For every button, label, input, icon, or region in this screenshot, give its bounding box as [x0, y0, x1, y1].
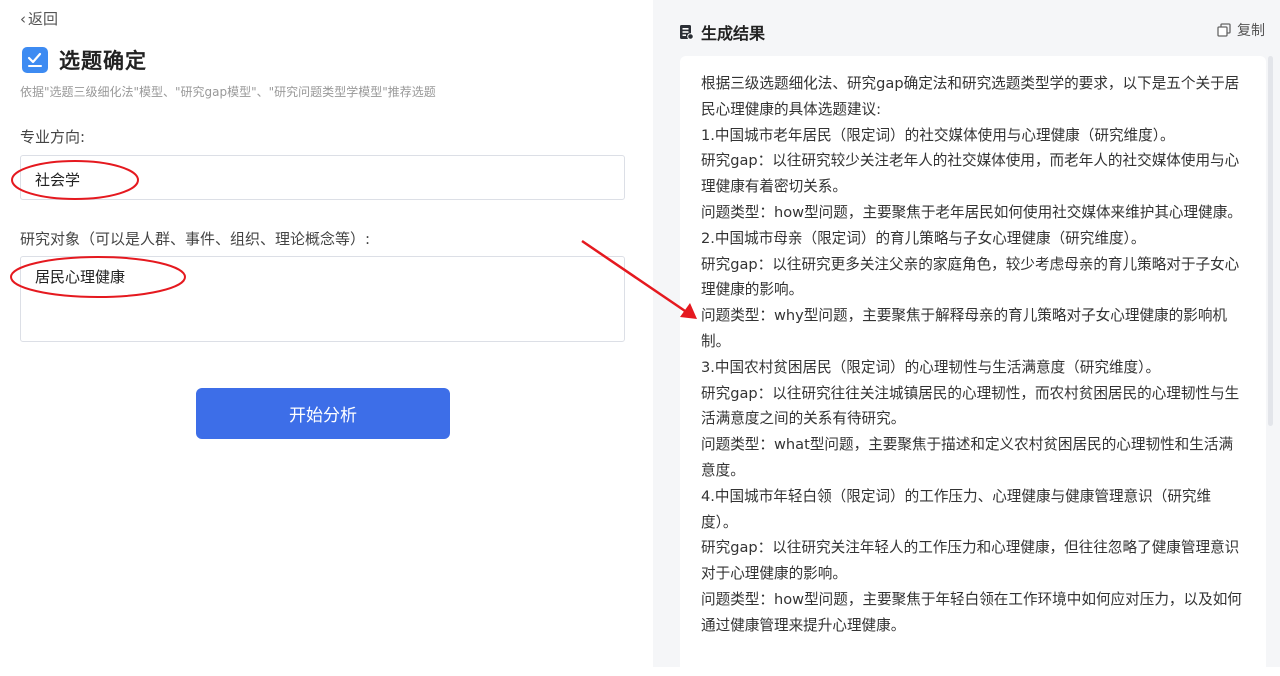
result-line: 研究gap：以往研究往往关注城镇居民的心理韧性，而农村贫困居民的心理韧性与生活满… [701, 384, 1240, 428]
checklist-icon [22, 47, 48, 73]
result-scrollbar[interactable] [1268, 56, 1273, 426]
page-subtitle: 依据"选题三级细化法"模型、"研究gap模型"、"研究问题类型学模型"推荐选题 [20, 85, 436, 99]
chevron-left-icon: ‹ [20, 9, 26, 28]
result-line: 3.中国农村贫困居民（限定词）的心理韧性与生活满意度（研究维度）。 [701, 358, 1161, 376]
object-value: 居民心理健康 [35, 268, 126, 286]
object-label: 研究对象（可以是人群、事件、组织、理论概念等）: [20, 230, 371, 248]
result-title: 生成结果 [701, 24, 766, 43]
major-input[interactable]: 社会学 [20, 155, 625, 200]
result-line: 研究gap：以往研究较少关注老年人的社交媒体使用，而老年人的社交媒体使用与心理健… [701, 152, 1240, 196]
result-header: 生成结果 [679, 20, 765, 44]
result-line: 问题类型：how型问题，主要聚焦于老年居民如何使用社交媒体来维护其心理健康。 [701, 203, 1242, 221]
copy-icon [1217, 23, 1231, 37]
back-label: 返回 [28, 10, 59, 28]
object-textarea[interactable]: 居民心理健康 [20, 256, 625, 342]
result-line: 研究gap：以往研究关注年轻人的工作压力和心理健康，但往往忽略了健康管理意识对于… [701, 539, 1240, 583]
result-content: 根据三级选题细化法、研究gap确定法和研究选题类型学的要求，以下是五个关于居民心… [701, 71, 1246, 639]
result-line: 研究gap：以往研究更多关注父亲的家庭角色，较少考虑母亲的育儿策略对于子女心理健… [701, 255, 1240, 299]
page-title: 选题确定 [59, 49, 147, 73]
back-button[interactable]: ‹ 返回 [20, 8, 58, 29]
result-card: 根据三级选题细化法、研究gap确定法和研究选题类型学的要求，以下是五个关于居民心… [680, 56, 1266, 676]
result-line: 问题类型：why型问题，主要聚焦于解释母亲的育儿策略对子女心理健康的影响机制。 [701, 307, 1228, 350]
copy-label: 复制 [1237, 23, 1265, 39]
start-analysis-button[interactable]: 开始分析 [196, 388, 450, 439]
result-line: 问题类型：how型问题，主要聚焦于年轻白领在工作环境中如何应对压力，以及如何通过… [701, 590, 1242, 634]
major-value: 社会学 [35, 171, 81, 189]
result-line: 4.中国城市年轻白领（限定词）的工作压力、心理健康与健康管理意识（研究维度）。 [701, 487, 1212, 531]
document-icon [680, 25, 694, 40]
copy-button[interactable]: 复制 [1217, 20, 1265, 40]
result-line: 1.中国城市老年居民（限定词）的社交媒体使用与心理健康（研究维度）。 [701, 126, 1175, 144]
result-line: 问题类型：what型问题，主要聚焦于描述和定义农村贫困居民的心理韧性和生活满意度… [701, 436, 1234, 479]
major-label: 专业方向: [20, 128, 86, 146]
result-line-intro: 根据三级选题细化法、研究gap确定法和研究选题类型学的要求，以下是五个关于居民心… [701, 75, 1240, 118]
left-panel: ‹ 返回 选题确定 依据"选题三级细化法"模型、"研究gap模型"、"研究问题类… [0, 0, 648, 667]
page-header: 选题确定 [22, 45, 147, 75]
result-line: 2.中国城市母亲（限定词）的育儿策略与子女心理健康（研究维度）。 [701, 229, 1146, 247]
